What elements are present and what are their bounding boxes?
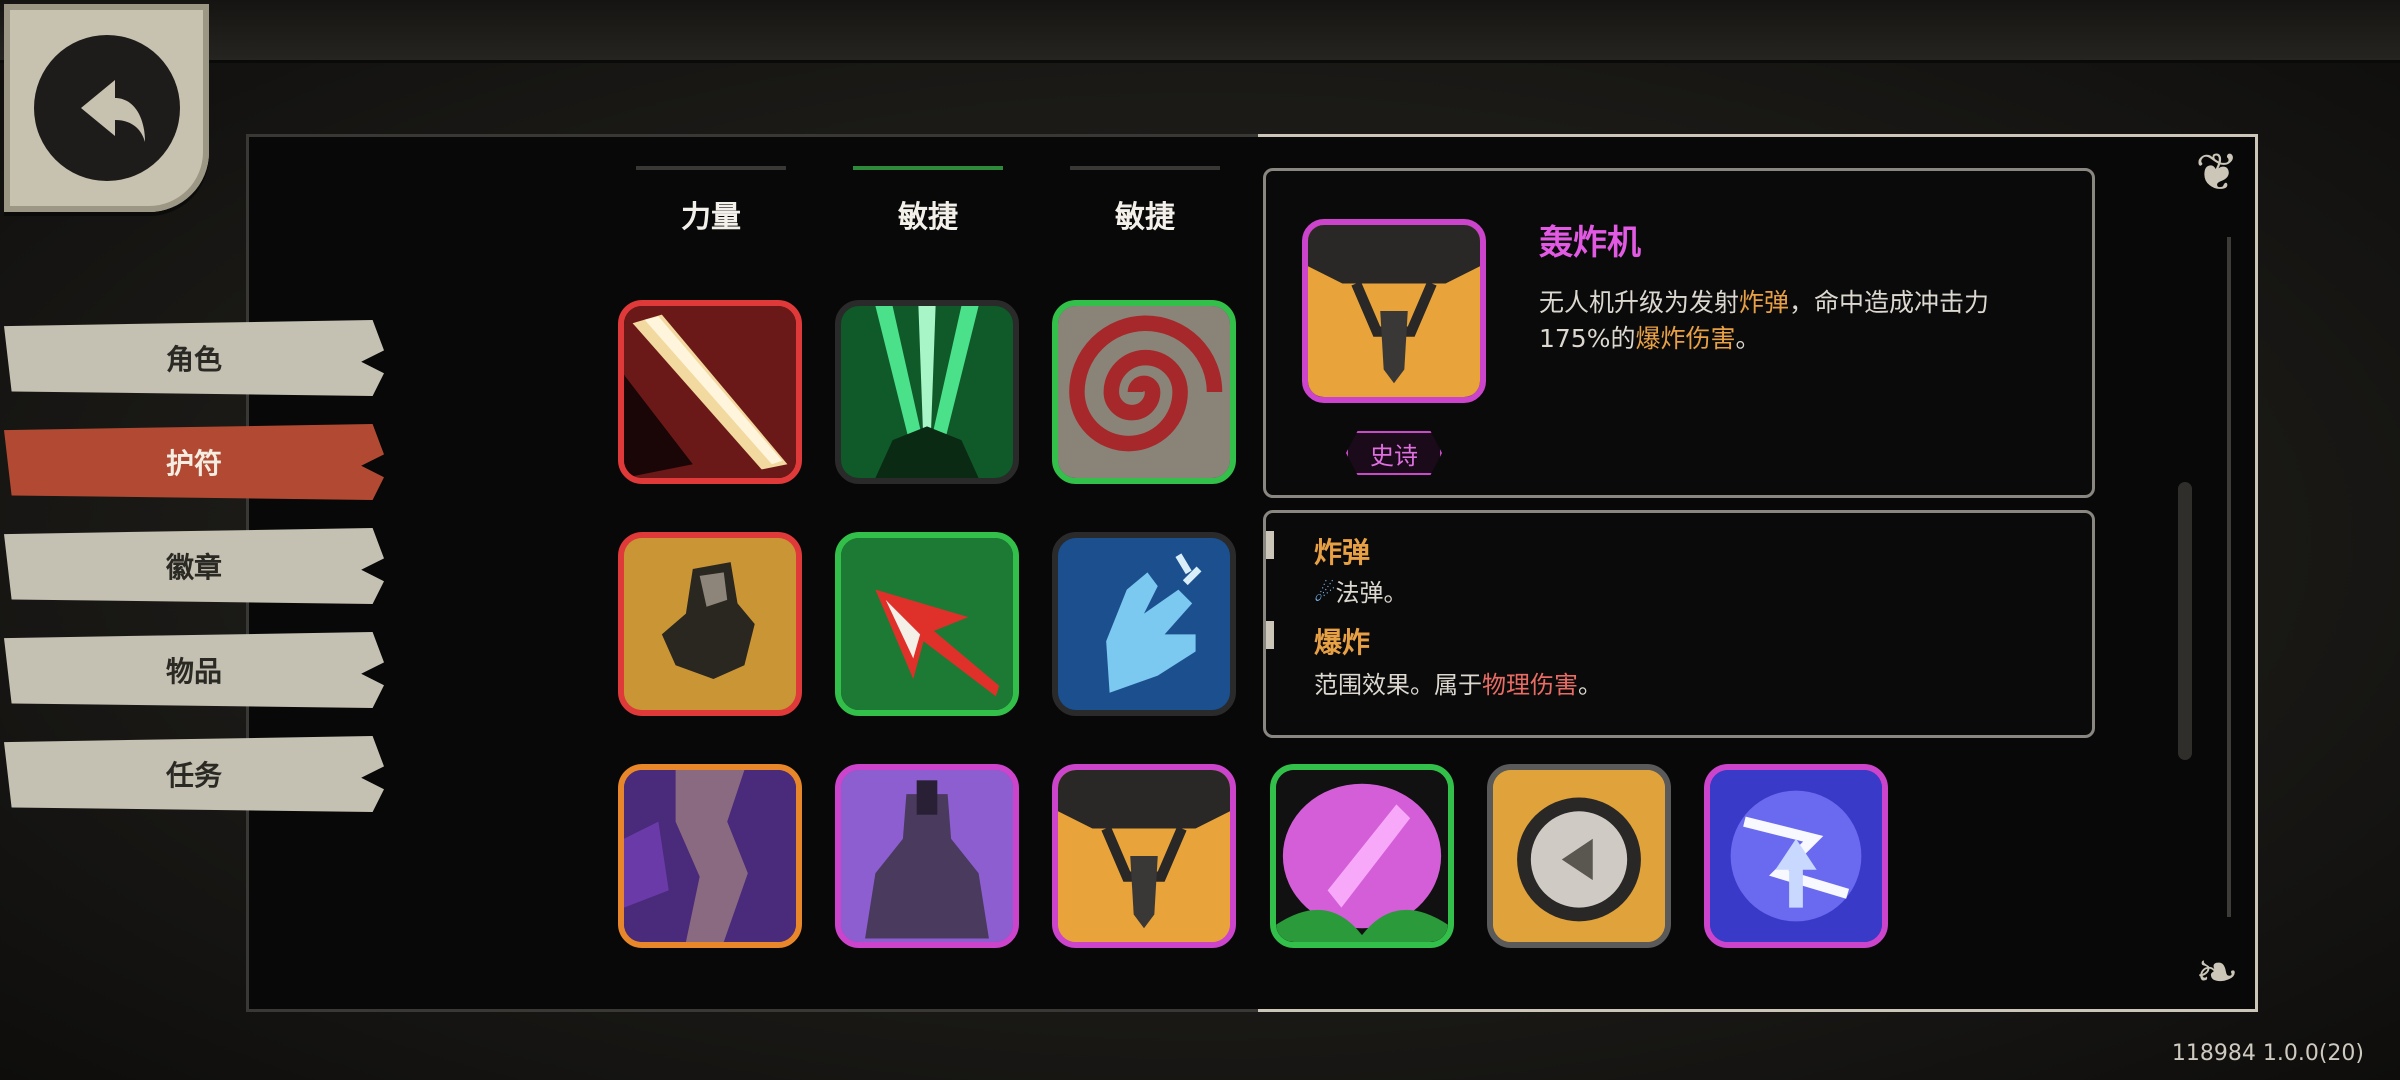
charm-pink-crystal-icon[interactable] xyxy=(1270,764,1454,948)
column-label-strength: 力量 xyxy=(681,200,741,235)
sidebar-item-character[interactable]: 角色 xyxy=(4,320,384,396)
sidebar-item-quests[interactable]: 任务 xyxy=(4,736,384,812)
column-accent xyxy=(636,166,786,170)
charm-green-spikes-icon[interactable] xyxy=(835,300,1019,484)
term-desc-bomb: ☄法弹。 xyxy=(1314,573,1408,608)
keyword-glossary-panel: 炸弹 ☄法弹。 爆炸 范围效果。属于物理伤害。 xyxy=(1263,510,2095,738)
charm-turret-icon[interactable] xyxy=(835,764,1019,948)
charm-snap-hand-icon[interactable] xyxy=(1052,532,1236,716)
scrollbar-thumb[interactable] xyxy=(2178,482,2192,760)
desc-text: 无人机升级为发射 xyxy=(1539,288,1740,317)
version-label: 118984 1.0.0(20) xyxy=(2171,1041,2364,1066)
column-accent xyxy=(1070,166,1220,170)
back-button[interactable] xyxy=(4,4,209,212)
term-desc-text: 。 xyxy=(1578,671,1602,699)
back-arrow-icon xyxy=(33,35,180,181)
keyword-explosion-damage[interactable]: 爆炸伤害 xyxy=(1635,324,1735,353)
charm-description: 无人机升级为发射炸弹，命中造成冲击力175%的爆炸伤害。 xyxy=(1539,285,2059,357)
column-accent xyxy=(853,166,1003,170)
term-desc-text: 法弹。 xyxy=(1335,579,1408,607)
keyword-bomb[interactable]: 炸弹 xyxy=(1739,288,1789,317)
term-marker xyxy=(1266,621,1274,649)
charm-detail-card: 轰炸机 无人机升级为发射炸弹，命中造成冲击力175%的爆炸伤害。 史诗 xyxy=(1263,168,2095,498)
charm-gauntlet-icon[interactable] xyxy=(618,532,802,716)
term-name-bomb: 炸弹 xyxy=(1314,536,1371,569)
term-desc-explosion: 范围效果。属于物理伤害。 xyxy=(1314,665,1602,700)
charm-spiral-icon[interactable] xyxy=(1052,300,1236,484)
column-label-agility-2: 敏捷 xyxy=(1115,200,1175,235)
charm-purple-ribbon-icon[interactable] xyxy=(618,764,802,948)
charm-bomber-icon[interactable] xyxy=(1052,764,1236,948)
ornament-corner-icon: ❦ xyxy=(2195,143,2239,203)
charm-bomber-detail-icon xyxy=(1302,219,1486,403)
sidebar-item-badges[interactable]: 徽章 xyxy=(4,528,384,604)
charm-silver-coin-icon[interactable] xyxy=(1487,764,1671,948)
sidebar-item-charms[interactable]: 护符 xyxy=(4,424,384,500)
keyword-physical-damage[interactable]: 物理伤害 xyxy=(1482,671,1578,699)
term-desc-text: 范围效果。属于 xyxy=(1314,671,1482,699)
rarity-badge: 史诗 xyxy=(1346,431,1442,475)
magic-bolt-icon: ☄ xyxy=(1314,579,1336,607)
term-marker xyxy=(1266,531,1274,559)
sidebar-item-items[interactable]: 物品 xyxy=(4,632,384,708)
scroll-rail xyxy=(2227,237,2231,917)
charm-storm-upgrade-icon[interactable] xyxy=(1704,764,1888,948)
desc-text: 。 xyxy=(1735,324,1761,353)
charm-red-arrow-icon[interactable] xyxy=(835,532,1019,716)
term-name-explosion: 爆炸 xyxy=(1314,626,1371,659)
charm-slash-icon[interactable] xyxy=(618,300,802,484)
column-label-agility: 敏捷 xyxy=(898,200,958,235)
charm-name: 轰炸机 xyxy=(1539,223,1641,263)
ornament-corner-icon: ❧ xyxy=(2195,943,2239,1003)
